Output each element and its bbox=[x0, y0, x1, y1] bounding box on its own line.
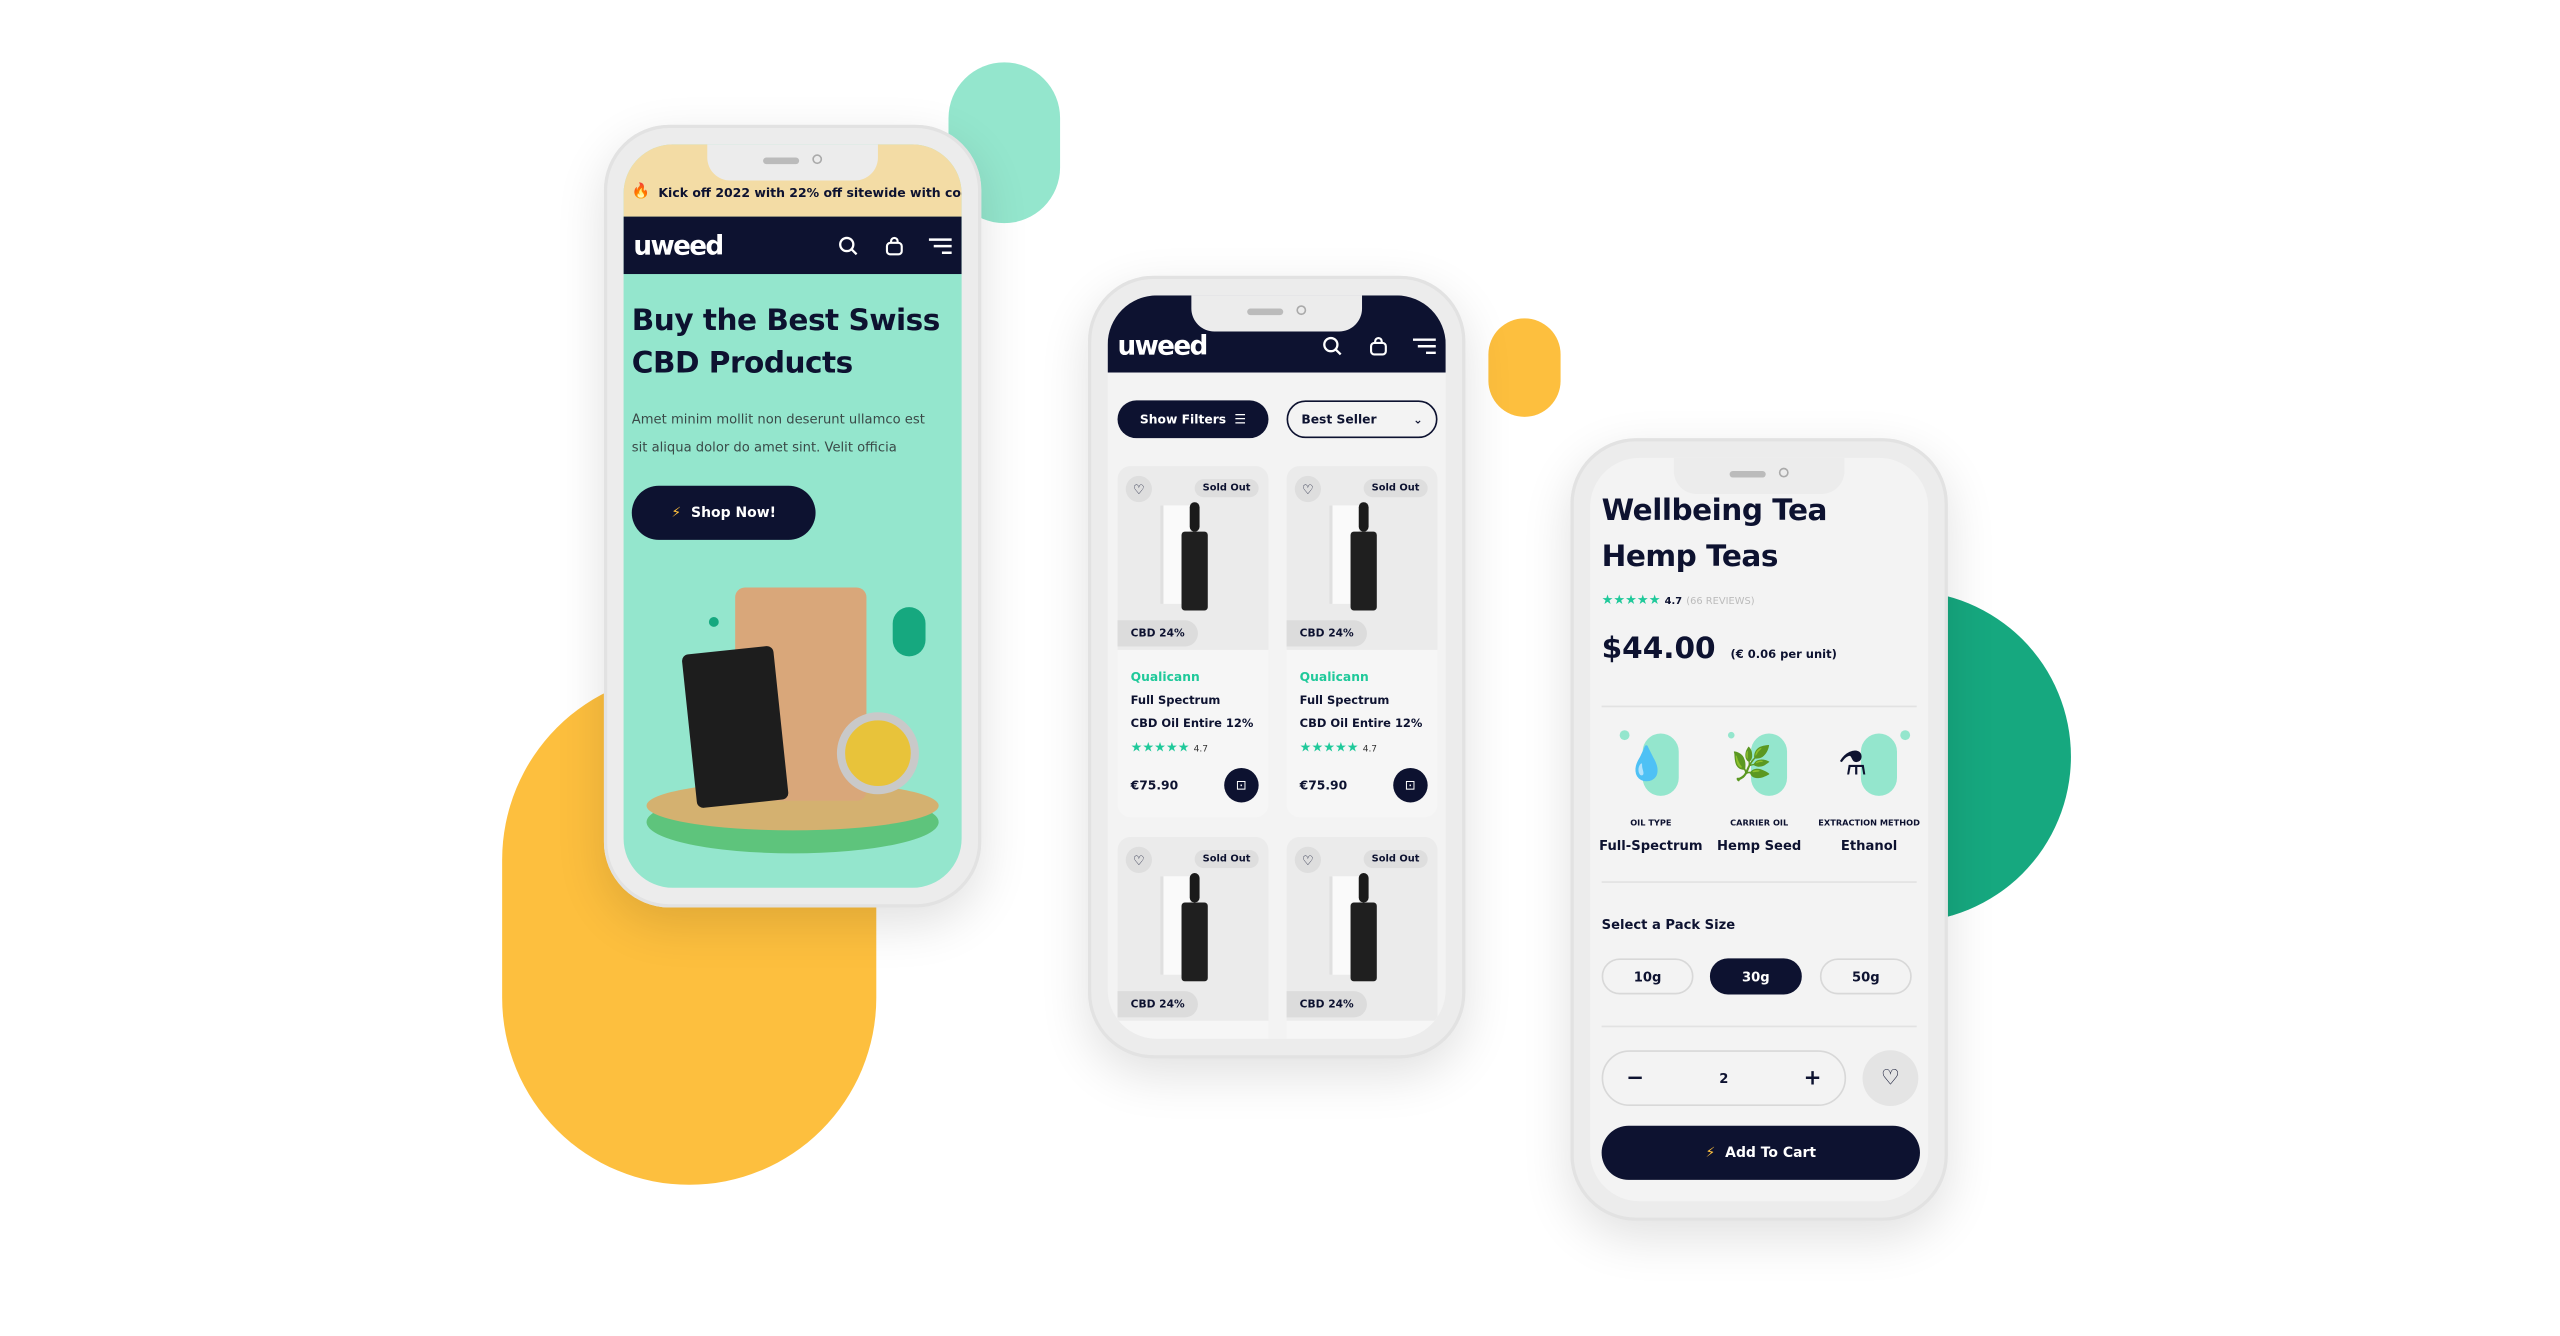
size-option-10g[interactable]: 10g bbox=[1601, 958, 1694, 995]
phone-notch bbox=[1191, 295, 1363, 332]
divider bbox=[1601, 1025, 1917, 1028]
product-rating: ★★★★★ 4.7 (66 REVIEWS) bbox=[1601, 592, 1755, 608]
star-rating-icon: ★★★★★ bbox=[1601, 592, 1661, 608]
phone-home: 🔥 Kick off 2022 with 22% off sitewide wi… bbox=[603, 124, 982, 908]
feature-extraction-method: ⚗ EXTRACTION METHOD Ethanol bbox=[1815, 730, 1923, 853]
product-price: $44.00 bbox=[1601, 631, 1716, 667]
chevron-down-icon: ⌄ bbox=[1413, 412, 1423, 426]
product-brand[interactable]: Qualicann bbox=[1300, 670, 1369, 685]
star-rating-icon: ★★★★★ bbox=[1299, 740, 1359, 755]
sliders-icon: ☰ bbox=[1234, 411, 1247, 427]
hero-title: Buy the Best Swiss CBD Products bbox=[631, 303, 941, 381]
wishlist-button[interactable]: ♡ bbox=[1862, 1050, 1919, 1107]
feature-carrier-oil: 🌿 CARRIER OIL Hemp Seed bbox=[1705, 731, 1813, 853]
wishlist-heart-icon[interactable]: ♡ bbox=[1294, 475, 1322, 503]
unit-price: (€ 0.06 per unit) bbox=[1730, 648, 1837, 662]
divider bbox=[1601, 881, 1917, 883]
hero-body: Amet minim mollit non deserunt ullamco e… bbox=[631, 411, 925, 455]
size-option-30g[interactable]: 30g bbox=[1709, 958, 1802, 995]
size-option-50g[interactable]: 50g bbox=[1819, 958, 1912, 995]
product-brand[interactable]: Qualicann bbox=[1131, 670, 1200, 685]
divider bbox=[1601, 705, 1917, 708]
quantity-value[interactable]: 2 bbox=[1719, 1071, 1728, 1086]
wishlist-heart-icon[interactable]: ♡ bbox=[1125, 846, 1152, 874]
hemp-leaf-icon: 🌿 bbox=[1731, 743, 1773, 783]
wishlist-heart-icon[interactable]: ♡ bbox=[1294, 846, 1322, 874]
hero-product-image bbox=[624, 587, 962, 882]
search-icon[interactable] bbox=[1321, 334, 1344, 357]
product-price: €75.90 bbox=[1130, 777, 1179, 793]
bag-icon[interactable] bbox=[1367, 334, 1390, 357]
minus-icon[interactable]: − bbox=[1626, 1066, 1644, 1091]
sold-out-badge: Sold Out bbox=[1363, 479, 1428, 498]
add-to-cart-icon[interactable]: ⊡ bbox=[1224, 767, 1259, 803]
product-card[interactable]: ♡ Sold Out CBD 24% bbox=[1117, 836, 1269, 1039]
cbd-badge: CBD 24% bbox=[1117, 620, 1198, 647]
product-card[interactable]: ♡ Sold Out CBD 24% bbox=[1286, 836, 1438, 1039]
search-icon[interactable] bbox=[837, 234, 860, 257]
product-name[interactable]: Full Spectrum CBD Oil Entire 12% bbox=[1131, 689, 1254, 735]
product-card[interactable]: ♡ Sold Out CBD 24% Qualicann Full Spectrum CB… bbox=[1117, 466, 1269, 818]
phone-notch bbox=[1673, 457, 1845, 494]
fire-icon: 🔥 bbox=[631, 183, 651, 201]
logo[interactable]: uweed bbox=[1118, 330, 1299, 361]
heart-icon: ♡ bbox=[1880, 1065, 1900, 1091]
feature-oil-type: 💧 OIL TYPE Full-Spectrum bbox=[1597, 730, 1705, 853]
decor-yellow-small-blob bbox=[1488, 318, 1561, 417]
drop-icon: 💧 bbox=[1626, 743, 1668, 783]
sort-select[interactable]: Best Seller ⌄ bbox=[1286, 400, 1438, 439]
cbd-badge: CBD 24% bbox=[1117, 991, 1198, 1018]
wishlist-heart-icon[interactable]: ♡ bbox=[1125, 475, 1152, 503]
product-price: €75.90 bbox=[1299, 777, 1348, 793]
pack-size-label: Select a Pack Size bbox=[1601, 917, 1736, 933]
add-to-cart-icon[interactable]: ⊡ bbox=[1393, 767, 1428, 803]
sold-out-badge: Sold Out bbox=[1194, 479, 1259, 498]
product-name[interactable]: Full Spectrum CBD Oil Entire 12% bbox=[1300, 689, 1423, 735]
cbd-badge: CBD 24% bbox=[1286, 991, 1367, 1018]
quantity-stepper[interactable]: − 2 + bbox=[1601, 1050, 1847, 1107]
bag-icon[interactable] bbox=[883, 234, 906, 257]
shop-now-button[interactable]: ⚡ Shop Now! bbox=[631, 485, 816, 540]
banner-text: Kick off 2022 with 22% off sitewide with… bbox=[658, 185, 961, 201]
phone-listing: uweed Show Filters ☰ Best Seller ⌄ ♡ Sold O… bbox=[1087, 275, 1466, 1059]
bolt-icon: ⚡ bbox=[1705, 1144, 1716, 1162]
phone-product-detail: Wellbeing Tea Hemp Teas ★★★★★ 4.7 (66 REV… bbox=[1570, 438, 1948, 1221]
product-card[interactable]: ♡ Sold Out CBD 24% Qualicann Full Spectrum CB… bbox=[1286, 466, 1438, 818]
phone-notch bbox=[707, 144, 878, 181]
logo[interactable]: uweed bbox=[633, 230, 814, 261]
product-title: Wellbeing Tea Hemp Teas bbox=[1601, 493, 1828, 575]
cbd-badge: CBD 24% bbox=[1286, 620, 1367, 647]
show-filters-button[interactable]: Show Filters ☰ bbox=[1117, 400, 1269, 439]
star-rating-icon: ★★★★★ bbox=[1130, 740, 1190, 755]
sold-out-badge: Sold Out bbox=[1194, 850, 1259, 869]
bolt-icon: ⚡ bbox=[671, 504, 682, 522]
sold-out-badge: Sold Out bbox=[1363, 850, 1428, 869]
product-rating: ★★★★★ 4.7 bbox=[1299, 740, 1378, 755]
menu-icon[interactable] bbox=[928, 234, 952, 257]
menu-icon[interactable] bbox=[1412, 334, 1436, 357]
plus-icon[interactable]: + bbox=[1804, 1066, 1822, 1091]
add-to-cart-button[interactable]: ⚡ Add To Cart bbox=[1601, 1125, 1920, 1180]
product-rating: ★★★★★ 4.7 bbox=[1130, 740, 1209, 755]
flask-leaf-icon: ⚗ bbox=[1837, 743, 1868, 783]
